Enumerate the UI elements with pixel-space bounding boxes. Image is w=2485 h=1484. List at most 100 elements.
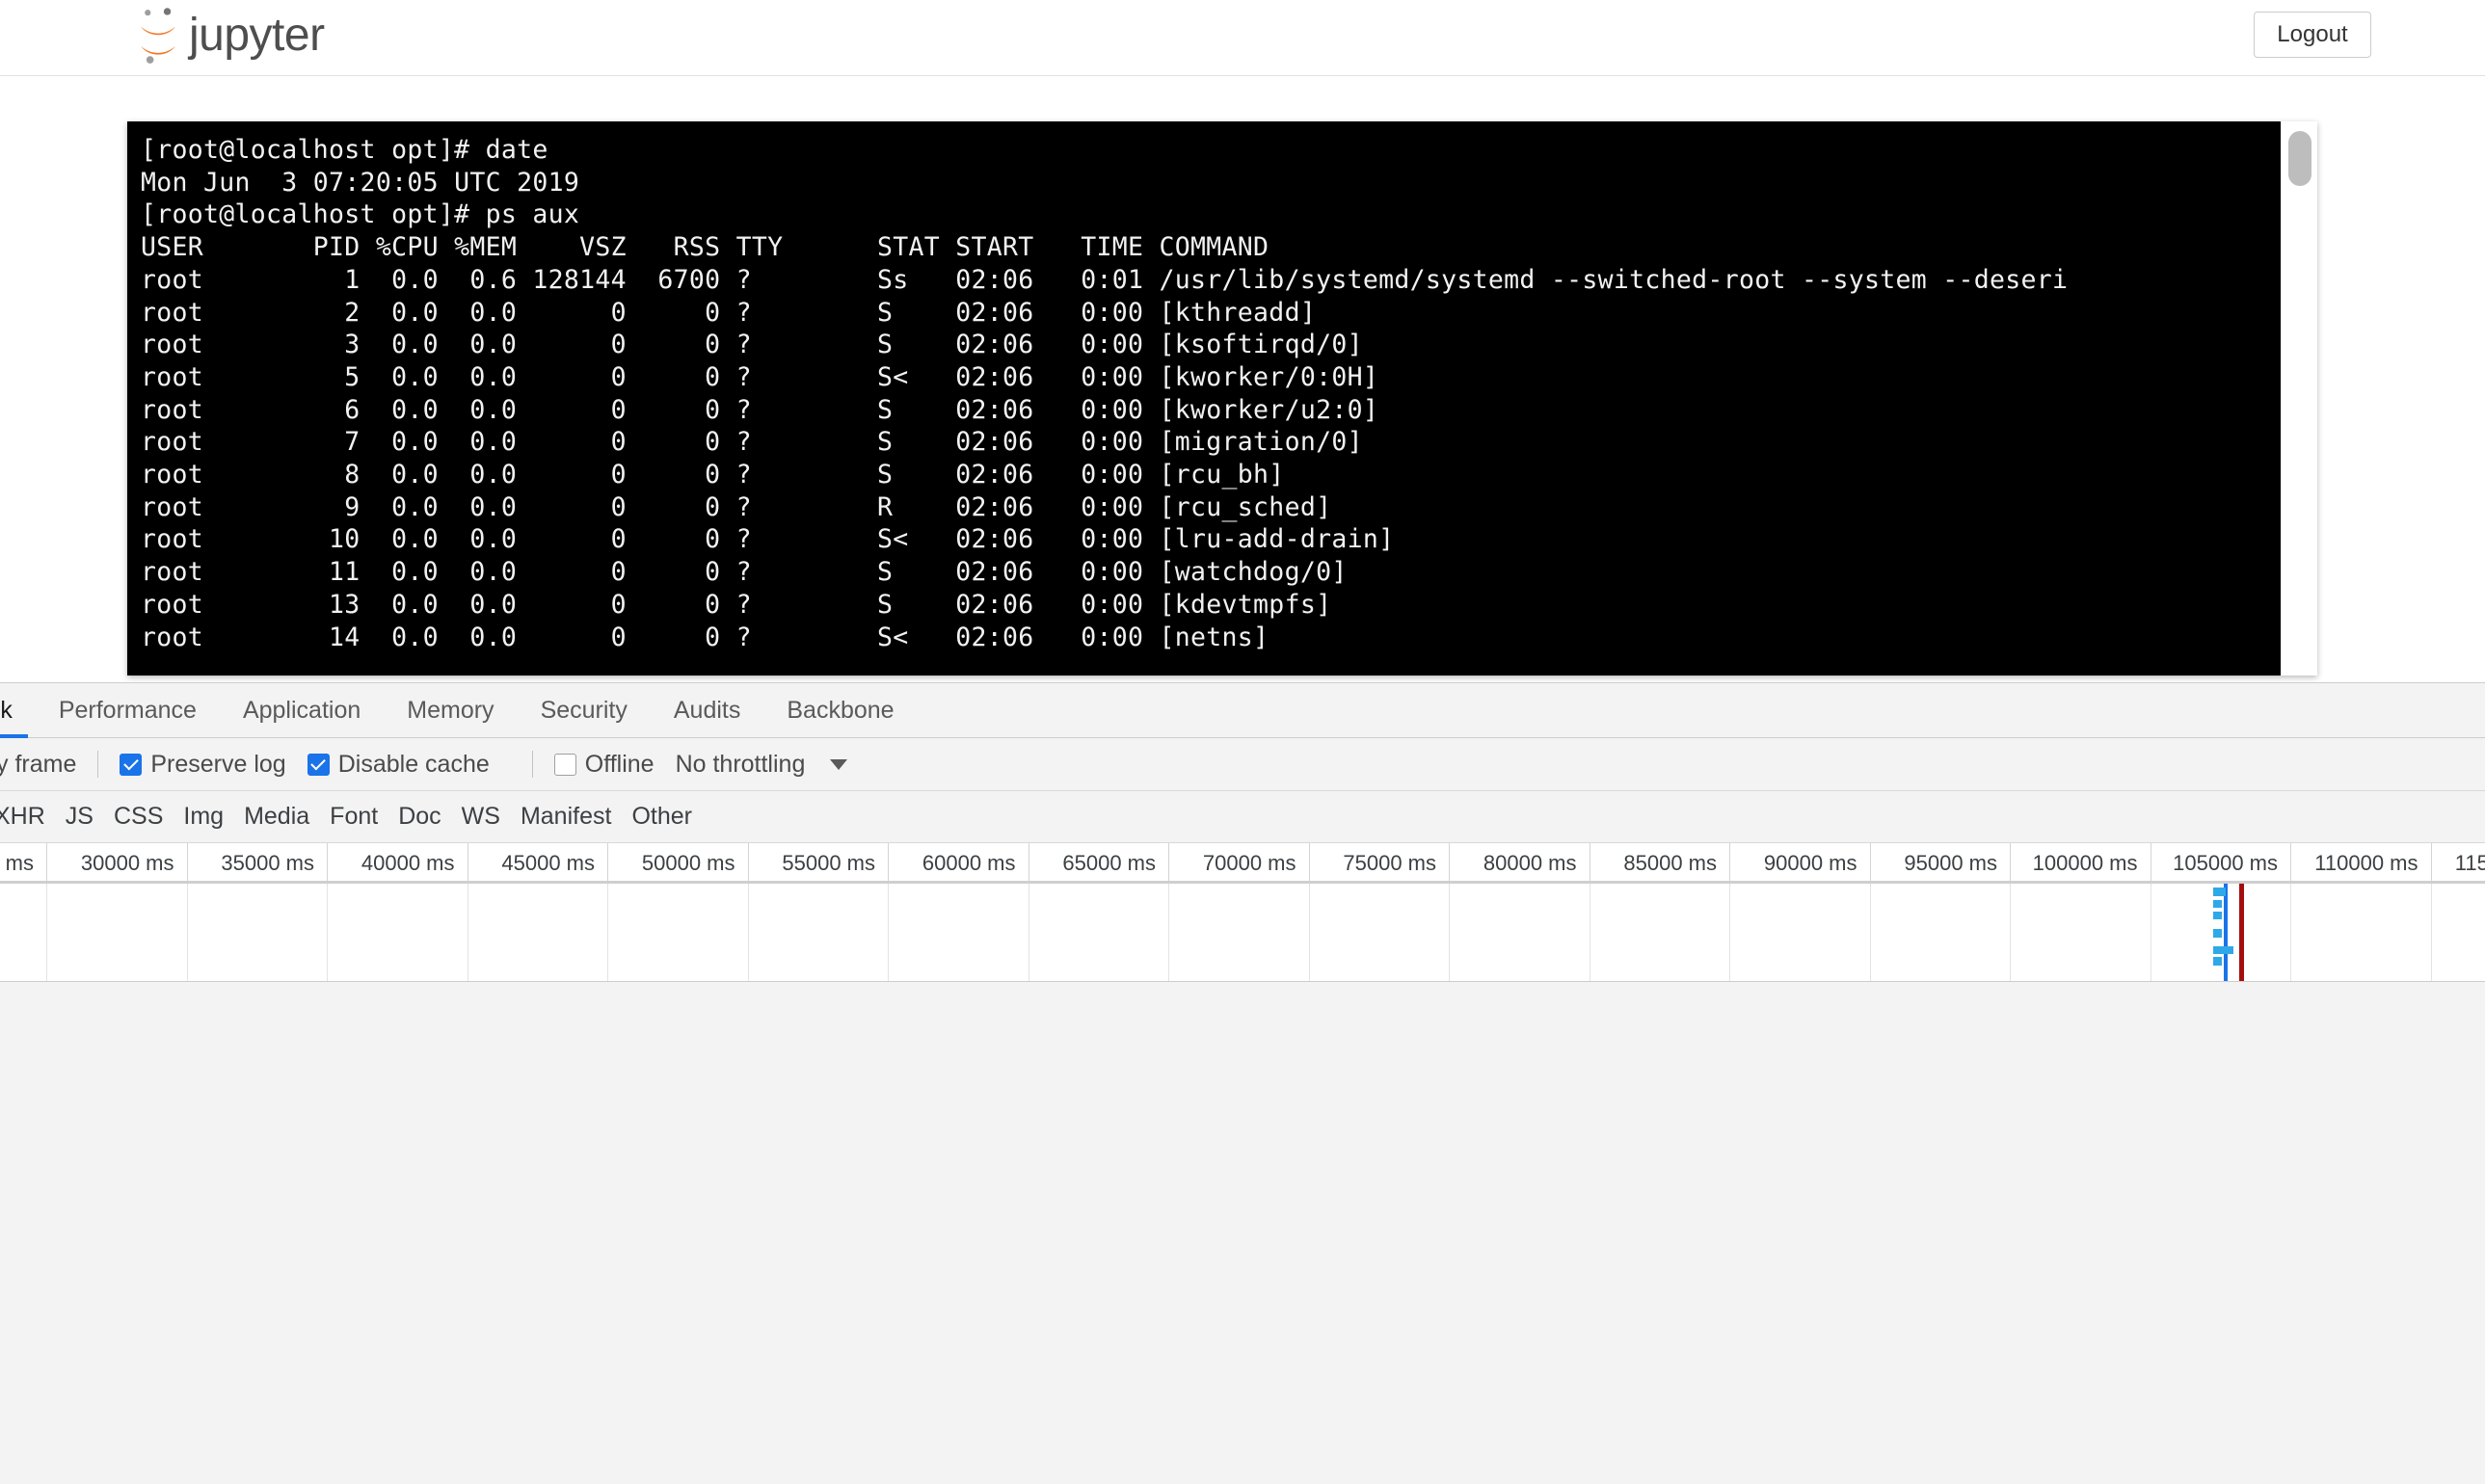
ruler-tick-label: 40000 ms (361, 851, 455, 875)
ruler-tick-label: 50000 ms (641, 851, 735, 875)
terminal-screen[interactable]: [root@localhost opt]# date Mon Jun 3 07:2… (127, 121, 2281, 676)
offline-checkbox-box[interactable] (553, 753, 576, 776)
ruler-tick-label: 105000 ms (2173, 851, 2278, 875)
terminal-scrollbar-thumb[interactable] (2288, 131, 2311, 186)
ruler-tick-label: 90000 ms (1763, 851, 1857, 875)
ruler-tick: 40000 ms (327, 843, 468, 881)
ruler-tick-label: 30000 ms (80, 851, 174, 875)
ruler-tick: 50000 ms (607, 843, 748, 881)
terminal-line: root 6 0.0 0.0 0 0 ? S 02:06 0:00 [kwork… (141, 394, 1379, 425)
frame-filter-label: y frame (0, 750, 77, 778)
timeline-gridline (1168, 884, 1309, 981)
throttling-label[interactable]: No throttling (676, 751, 806, 779)
request-bar (2213, 946, 2233, 954)
terminal-line: root 3 0.0 0.0 0 0 ? S 02:06 0:00 [ksoft… (141, 330, 1363, 360)
jupyter-header: jupyter Logout (0, 0, 2485, 76)
ruler-tick-label: 00 ms (0, 851, 34, 875)
terminal-line: root 5 0.0 0.0 0 0 ? S< 02:06 0:00 [kwor… (141, 361, 1379, 392)
ruler-tick-label: 70000 ms (1202, 851, 1296, 875)
ruler-tick: 45000 ms (467, 843, 608, 881)
logout-button[interactable]: Logout (2254, 12, 2371, 58)
terminal-line: Mon Jun 3 07:20:05 UTC 2019 (141, 167, 580, 198)
timeline-gridline (1449, 884, 1590, 981)
offline-checkbox[interactable]: Offline (553, 750, 655, 779)
filter-ws[interactable]: WS (462, 803, 500, 831)
disable-cache-label: Disable cache (337, 750, 490, 778)
filter-js[interactable]: JS (66, 803, 94, 831)
ruler-tick: 95000 ms (1869, 843, 2011, 881)
ruler-tick: 80000 ms (1449, 843, 1590, 881)
terminal-line: root 11 0.0 0.0 0 0 ? S 02:06 0:00 [watc… (141, 557, 1348, 588)
app-root: jupyter Logout [root@localhost opt]# dat… (0, 0, 2485, 1484)
ruler-tick: 105000 ms (2150, 843, 2291, 881)
chevron-down-icon[interactable] (830, 758, 848, 770)
filter-doc[interactable]: Doc (398, 803, 441, 831)
preserve-log-checkbox-box[interactable] (120, 753, 143, 776)
ruler-tick-label: 80000 ms (1483, 851, 1577, 875)
ruler-tick: 65000 ms (1028, 843, 1169, 881)
ruler-tick: 70000 ms (1168, 843, 1309, 881)
filter-xhr[interactable]: XHR (0, 803, 45, 831)
offline-label: Offline (584, 750, 655, 778)
disable-cache-checkbox[interactable]: Disable cache (307, 751, 490, 779)
tab-audits[interactable]: Audits (651, 683, 763, 738)
jupyter-logo-icon (141, 8, 175, 64)
terminal-line: USER PID %CPU %MEM VSZ RSS TTY STAT STAR… (141, 232, 1269, 263)
timeline-gridline (186, 884, 328, 981)
ruler-tick: 85000 ms (1589, 843, 1730, 881)
jupyter-logo[interactable]: jupyter (135, 6, 325, 66)
jupyter-brand-text: jupyter (189, 10, 325, 61)
preserve-log-label: Preserve log (150, 750, 286, 778)
terminal-line: root 9 0.0 0.0 0 0 ? R 02:06 0:00 [rcu_s… (141, 491, 1332, 522)
timeline-overview[interactable] (0, 884, 2485, 982)
tab-backbone[interactable]: Backbone (763, 683, 917, 738)
request-bar (2213, 912, 2222, 919)
load-event-marker (2239, 884, 2244, 981)
ruler-tick: 90000 ms (1729, 843, 1870, 881)
terminal-line: root 7 0.0 0.0 0 0 ? S 02:06 0:00 [migra… (141, 427, 1363, 458)
filter-manifest[interactable]: Manifest (521, 803, 611, 831)
tab-performance[interactable]: Performance (36, 683, 220, 738)
ruler-tick: 75000 ms (1308, 843, 1450, 881)
dom-content-loaded-marker (2224, 884, 2228, 981)
preserve-log-checkbox[interactable]: Preserve log (120, 750, 286, 779)
filter-img[interactable]: Img (183, 803, 224, 831)
terminal-scrollbar[interactable] (2281, 121, 2317, 676)
tab-security[interactable]: Security (518, 683, 651, 738)
ruler-tick: 55000 ms (747, 843, 889, 881)
ruler-tick-label: 45000 ms (501, 851, 595, 875)
tab-network[interactable]: rk (0, 683, 36, 738)
timeline-gridline (888, 884, 1029, 981)
terminal-line: root 1 0.0 0.6 128144 6700 ? Ss 02:06 0:… (141, 264, 2069, 295)
ruler-tick-label: 115000 ms (2454, 851, 2485, 875)
ruler-tick-label: 110000 ms (2314, 851, 2418, 875)
terminal-line: root 13 0.0 0.0 0 0 ? S 02:06 0:00 [kdev… (141, 589, 1332, 620)
tab-application[interactable]: Application (220, 683, 384, 738)
tab-memory[interactable]: Memory (384, 683, 517, 738)
timeline-gridline (2010, 884, 2151, 981)
ruler-tick-label: 85000 ms (1623, 851, 1717, 875)
timeline-gridline (747, 884, 889, 981)
network-toolbar: y frame Preserve log Disable cache Offli… (0, 738, 2485, 791)
timeline-gridline (1308, 884, 1450, 981)
timeline-gridline (1729, 884, 1870, 981)
timeline-gridline (46, 884, 187, 981)
ruler-tick-label: 55000 ms (782, 851, 875, 875)
terminal-line: root 8 0.0 0.0 0 0 ? S 02:06 0:00 [rcu_b… (141, 460, 1285, 490)
timeline-ruler: 00 ms 30000 ms 35000 ms 40000 ms 45000 ms 500… (0, 843, 2485, 884)
filter-css[interactable]: CSS (114, 803, 163, 831)
timeline-gridline (2290, 884, 2431, 981)
ruler-tick: 35000 ms (186, 843, 328, 881)
disable-cache-checkbox-box[interactable] (307, 753, 330, 776)
timeline-gridline (327, 884, 468, 981)
request-bar (2213, 957, 2222, 966)
filter-font[interactable]: Font (330, 803, 378, 831)
ruler-tick: 110000 ms (2290, 843, 2431, 881)
ruler-tick-label: 35000 ms (221, 851, 314, 875)
ruler-tick-label: 60000 ms (922, 851, 1016, 875)
terminal-line: root 14 0.0 0.0 0 0 ? S< 02:06 0:00 [net… (141, 622, 1269, 652)
filter-media[interactable]: Media (244, 803, 309, 831)
devtools-panel: rkPerformanceApplicationMemorySecurityAu… (0, 682, 2485, 1484)
filter-other[interactable]: Other (631, 803, 692, 831)
ruler-tick-label: 95000 ms (1904, 851, 1997, 875)
